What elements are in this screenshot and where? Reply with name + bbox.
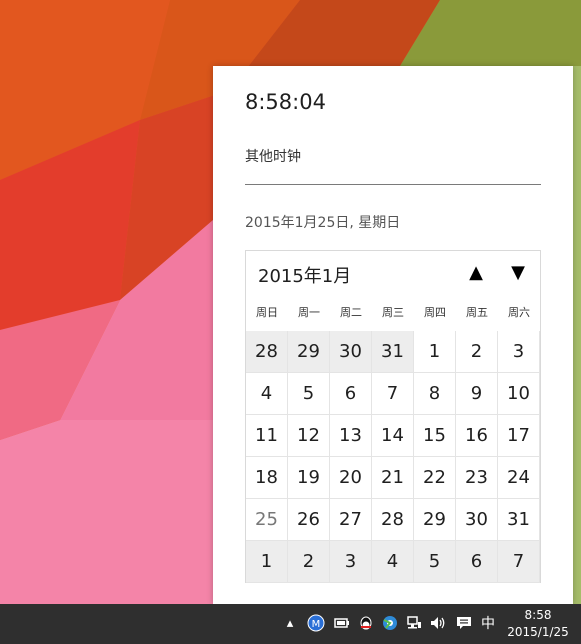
svg-text:M: M bbox=[312, 619, 321, 630]
calendar-day[interactable]: 28 bbox=[372, 499, 414, 541]
calendar-day[interactable]: 28 bbox=[246, 331, 288, 373]
calendar-day[interactable]: 30 bbox=[330, 331, 372, 373]
calendar-day[interactable]: 3 bbox=[330, 541, 372, 583]
taskbar-clock-date: 2015/1/25 bbox=[507, 625, 569, 639]
calendar-day[interactable]: 10 bbox=[498, 373, 540, 415]
browser-icon[interactable] bbox=[380, 614, 400, 634]
calendar-day[interactable]: 30 bbox=[456, 499, 498, 541]
calendar-day[interactable]: 6 bbox=[456, 541, 498, 583]
calendar-day[interactable]: 8 bbox=[414, 373, 456, 415]
m-app-icon[interactable]: M bbox=[306, 614, 326, 634]
calendar-day[interactable]: 4 bbox=[372, 541, 414, 583]
clock-calendar-flyout: 8:58:04 其他时钟 2015年1月25日, 星期日 2015年1月 ▲ ▼… bbox=[213, 66, 573, 604]
calendar-day[interactable]: 9 bbox=[456, 373, 498, 415]
other-clocks-link[interactable]: 其他时钟 bbox=[245, 146, 301, 166]
calendar-day[interactable]: 16 bbox=[456, 415, 498, 457]
calendar-day[interactable]: 23 bbox=[456, 457, 498, 499]
calendar-day[interactable]: 20 bbox=[330, 457, 372, 499]
calendar-day[interactable]: 17 bbox=[498, 415, 540, 457]
action-center-icon[interactable] bbox=[454, 614, 474, 634]
calendar-day[interactable]: 21 bbox=[372, 457, 414, 499]
taskbar-clock-time: 8:58 bbox=[524, 608, 552, 622]
calendar-day[interactable]: 7 bbox=[372, 373, 414, 415]
calendar-day[interactable]: 5 bbox=[414, 541, 456, 583]
taskbar-clock[interactable]: 8:58 2015/1/25 bbox=[502, 607, 574, 641]
show-hidden-icons-icon[interactable]: ▴ bbox=[280, 614, 300, 634]
weekday-label: 周一 bbox=[298, 306, 320, 319]
calendar-day[interactable]: 6 bbox=[330, 373, 372, 415]
calendar-day[interactable]: 5 bbox=[288, 373, 330, 415]
prev-month-button[interactable]: ▲ bbox=[466, 263, 486, 283]
calendar-day[interactable]: 12 bbox=[288, 415, 330, 457]
calendar-day[interactable]: 11 bbox=[246, 415, 288, 457]
calendar-day[interactable]: 2 bbox=[288, 541, 330, 583]
calendar-day[interactable]: 31 bbox=[372, 331, 414, 373]
calendar-day[interactable]: 14 bbox=[372, 415, 414, 457]
calendar-day[interactable]: 1 bbox=[246, 541, 288, 583]
taskbar: ▴ M 中 8:58 2015/1/25 bbox=[0, 604, 581, 644]
calendar-day[interactable]: 1 bbox=[414, 331, 456, 373]
calendar-day[interactable]: 29 bbox=[288, 331, 330, 373]
calendar-day[interactable]: 13 bbox=[330, 415, 372, 457]
calendar-day[interactable]: 22 bbox=[414, 457, 456, 499]
calendar-day-today[interactable]: 25 bbox=[246, 499, 288, 541]
calendar-day[interactable]: 31 bbox=[498, 499, 540, 541]
calendar-day[interactable]: 26 bbox=[288, 499, 330, 541]
calendar-day[interactable]: 24 bbox=[498, 457, 540, 499]
battery-icon[interactable] bbox=[332, 614, 352, 634]
weekday-label: 周二 bbox=[340, 306, 362, 319]
calendar-day[interactable]: 3 bbox=[498, 331, 540, 373]
calendar-day[interactable]: 27 bbox=[330, 499, 372, 541]
weekday-label: 周五 bbox=[466, 306, 488, 319]
calendar-header: 2015年1月 ▲ ▼ bbox=[246, 251, 540, 295]
qq-icon[interactable] bbox=[356, 614, 376, 634]
calendar-day[interactable]: 19 bbox=[288, 457, 330, 499]
weekday-label: 周六 bbox=[508, 306, 530, 319]
calendar-day[interactable]: 15 bbox=[414, 415, 456, 457]
calendar-day[interactable]: 7 bbox=[498, 541, 540, 583]
weekday-header-row: 周日 周一 周二 周三 周四 周五 周六 bbox=[246, 295, 540, 331]
next-month-button[interactable]: ▼ bbox=[508, 263, 528, 283]
calendar-day[interactable]: 2 bbox=[456, 331, 498, 373]
month-label[interactable]: 2015年1月 bbox=[258, 262, 351, 288]
volume-icon[interactable] bbox=[428, 614, 448, 634]
calendar-day[interactable]: 29 bbox=[414, 499, 456, 541]
calendar: 2015年1月 ▲ ▼ 周日 周一 周二 周三 周四 周五 周六 28 29 3… bbox=[245, 250, 541, 583]
weekday-label: 周三 bbox=[382, 306, 404, 319]
weekday-label: 周四 bbox=[424, 306, 446, 319]
current-time: 8:58:04 bbox=[245, 90, 326, 114]
network-icon[interactable] bbox=[404, 614, 424, 634]
divider bbox=[245, 184, 541, 185]
calendar-day[interactable]: 18 bbox=[246, 457, 288, 499]
days-grid: 28 29 30 31 1 2 3 4 5 6 7 8 9 10 11 12 1… bbox=[246, 331, 540, 583]
input-method-indicator[interactable]: 中 bbox=[478, 614, 498, 634]
calendar-day[interactable]: 4 bbox=[246, 373, 288, 415]
full-date-label: 2015年1月25日, 星期日 bbox=[245, 215, 401, 231]
weekday-label: 周日 bbox=[256, 306, 278, 319]
